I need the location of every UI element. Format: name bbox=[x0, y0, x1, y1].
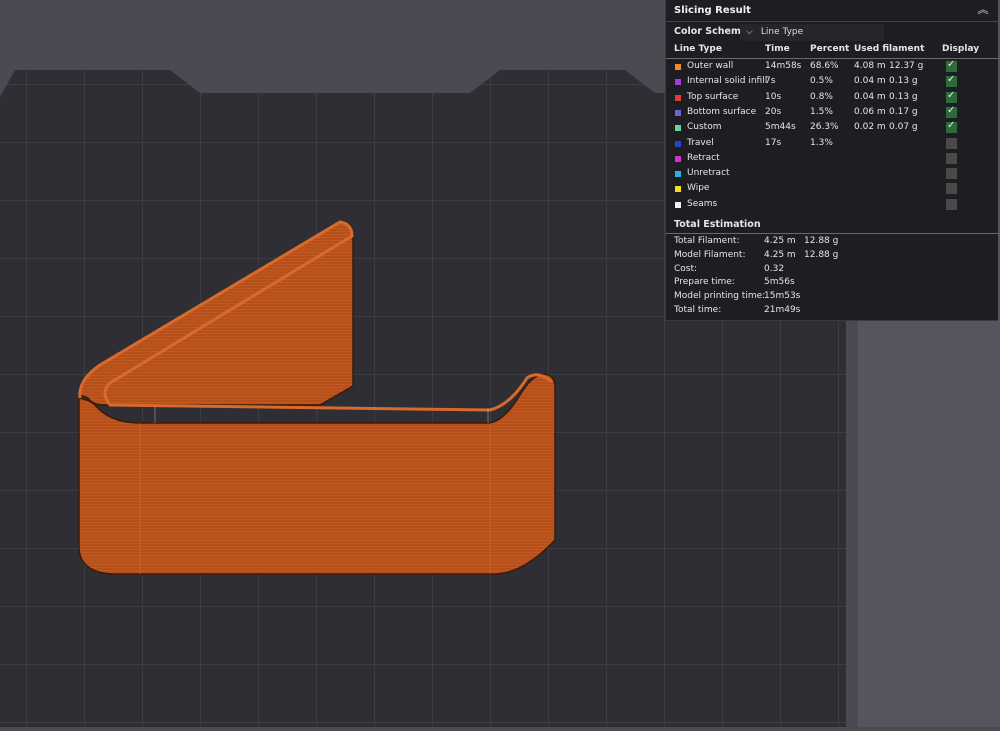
estimation-label: Model printing time: bbox=[674, 291, 766, 302]
display-checkbox[interactable] bbox=[946, 152, 957, 164]
color-swatch bbox=[675, 186, 681, 193]
line-type-time: 10s bbox=[765, 91, 782, 102]
estimation-value: 21m49s bbox=[764, 305, 801, 315]
display-checkbox[interactable] bbox=[946, 120, 957, 134]
divider bbox=[666, 21, 999, 22]
line-type-name: Wipe bbox=[687, 183, 710, 194]
table-row: Custom 5m44s 26.3% 0.02 m 0.07 g bbox=[666, 120, 999, 136]
line-type-name: Outer wall bbox=[687, 61, 734, 71]
color-swatch bbox=[675, 171, 681, 178]
color-swatch bbox=[675, 109, 681, 116]
display-checkbox[interactable] bbox=[946, 74, 957, 88]
table-row: Wipe bbox=[666, 182, 999, 197]
used-filament-weight: 0.13 g bbox=[889, 91, 918, 102]
estimation-row: Model printing time: 15m53s bbox=[666, 291, 999, 305]
table-row: Retract bbox=[666, 152, 999, 167]
estimation-value: 4.25 m bbox=[764, 236, 796, 246]
line-type-name: Bottom surface bbox=[687, 106, 757, 117]
estimation-label: Cost: bbox=[674, 263, 698, 274]
used-filament-length: 4.08 m bbox=[854, 61, 886, 71]
table-row: Unretract bbox=[666, 167, 999, 182]
estimation-value: 15m53s bbox=[764, 291, 801, 302]
line-type-name: Custom bbox=[687, 122, 722, 133]
color-swatch bbox=[675, 64, 681, 70]
color-scheme-value: Line Type bbox=[760, 27, 804, 37]
display-checkbox[interactable] bbox=[946, 90, 957, 103]
table-row: Travel 17s 1.3% bbox=[666, 137, 999, 152]
line-type-time: 7s bbox=[765, 76, 776, 87]
used-filament-weight: 12.37 g bbox=[889, 61, 924, 71]
display-checkbox[interactable] bbox=[946, 137, 957, 149]
line-type-percent: 0.5% bbox=[810, 76, 833, 87]
line-type-name: Unretract bbox=[687, 168, 730, 179]
line-type-name: Retract bbox=[687, 152, 720, 163]
used-filament-length: 0.06 m bbox=[854, 106, 886, 117]
color-swatch bbox=[675, 201, 681, 208]
col-line-type: Line Type bbox=[674, 44, 722, 54]
display-checkbox[interactable] bbox=[946, 105, 957, 118]
table-row: Internal solid infill 7s 0.5% 0.04 m 0.13 g bbox=[666, 74, 999, 90]
display-checkbox[interactable] bbox=[946, 168, 957, 180]
line-type-time: 17s bbox=[765, 137, 782, 148]
divider bbox=[666, 233, 999, 234]
estimation-row: Prepare time: 5m56s bbox=[666, 277, 999, 291]
line-type-name: Seams bbox=[687, 198, 718, 209]
used-filament-weight: 0.17 g bbox=[889, 106, 918, 117]
estimation-row: Model Filament: 4.25 m 12.88 g bbox=[666, 250, 999, 264]
estimation-value: 4.25 m bbox=[764, 249, 796, 260]
line-type-percent: 1.3% bbox=[810, 137, 833, 148]
table-row: Seams bbox=[666, 198, 999, 213]
estimation-row: Total Filament: 4.25 m 12.88 g bbox=[666, 236, 999, 250]
line-type-time: 20s bbox=[765, 106, 782, 117]
estimation-label: Total Filament: bbox=[674, 236, 740, 246]
used-filament-length: 0.02 m bbox=[854, 122, 886, 133]
chevron-down-icon: ⌵ bbox=[746, 27, 753, 37]
display-checkbox[interactable] bbox=[946, 183, 957, 195]
panel-title: Slicing Result bbox=[674, 5, 751, 16]
estimation-extra: 12.88 g bbox=[804, 236, 839, 246]
color-swatch bbox=[675, 155, 681, 162]
used-filament-weight: 0.13 g bbox=[889, 76, 918, 87]
line-type-name: Internal solid infill bbox=[687, 76, 768, 87]
used-filament-weight: 0.07 g bbox=[889, 122, 918, 133]
display-checkbox[interactable] bbox=[946, 198, 957, 210]
color-scheme-label: Color Scheme bbox=[674, 26, 748, 37]
color-swatch bbox=[675, 125, 681, 132]
col-percent: Percent bbox=[810, 44, 850, 54]
estimation-row: Total time: 21m49s bbox=[666, 305, 999, 319]
line-type-time: 14m58s bbox=[765, 61, 802, 71]
col-display: Display bbox=[942, 44, 980, 54]
color-swatch bbox=[675, 140, 681, 147]
used-filament-length: 0.04 m bbox=[854, 91, 886, 102]
table-header: Line Type Time Percent Used filament Dis… bbox=[666, 44, 999, 58]
collapse-icon[interactable]: ︽ bbox=[976, 3, 990, 17]
estimation-label: Model Filament: bbox=[674, 249, 746, 260]
table-row: Top surface 10s 0.8% 0.04 m 0.13 g bbox=[666, 90, 999, 106]
col-time: Time bbox=[765, 44, 790, 54]
estimation-value: 5m56s bbox=[764, 277, 795, 288]
col-used-filament: Used filament bbox=[854, 44, 925, 54]
color-swatch bbox=[675, 79, 681, 86]
display-checkbox[interactable] bbox=[946, 59, 957, 72]
line-type-percent: 26.3% bbox=[810, 122, 839, 133]
color-swatch bbox=[675, 94, 681, 101]
estimation-value: 0.32 bbox=[764, 263, 785, 274]
estimation-extra: 12.88 g bbox=[804, 249, 839, 260]
color-scheme-dropdown[interactable]: ⌵ Line Type bbox=[740, 24, 884, 41]
estimation-row: Cost: 0.32 bbox=[666, 264, 999, 278]
table-row: Bottom surface 20s 1.5% 0.06 m 0.17 g bbox=[666, 105, 999, 121]
estimation-label: Prepare time: bbox=[674, 277, 735, 288]
line-type-percent: 1.5% bbox=[810, 106, 833, 117]
used-filament-length: 0.04 m bbox=[854, 76, 886, 87]
line-type-percent: 68.6% bbox=[810, 61, 839, 71]
line-type-time: 5m44s bbox=[765, 122, 796, 133]
line-type-percent: 0.8% bbox=[810, 91, 833, 102]
estimation-label: Total time: bbox=[674, 305, 722, 315]
table-row: Outer wall 14m58s 68.6% 4.08 m 12.37 g bbox=[666, 59, 999, 75]
line-type-name: Top surface bbox=[687, 91, 739, 102]
slicing-result-panel: Slicing Result ︽ Color Scheme ⌵ Line Typ… bbox=[665, 0, 999, 321]
total-estimation-title: Total Estimation bbox=[674, 219, 761, 230]
line-type-name: Travel bbox=[687, 137, 714, 148]
